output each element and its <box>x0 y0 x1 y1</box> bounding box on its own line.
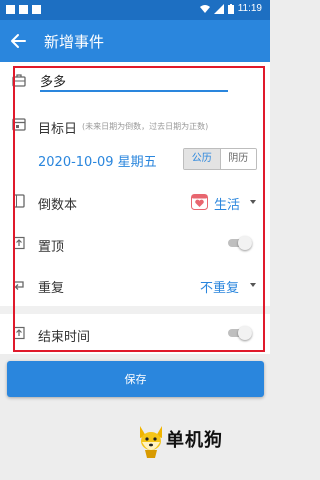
book-label: 倒数本 <box>38 198 78 213</box>
clock: 11:19 <box>237 3 262 14</box>
app-bar: 新增事件 <box>0 20 270 62</box>
dropdown-caret-icon[interactable] <box>250 283 256 287</box>
watermark-text: 单机狗 <box>166 430 223 451</box>
dropdown-caret-icon[interactable] <box>250 200 256 204</box>
section-divider <box>0 306 270 314</box>
notification-icon <box>32 5 41 14</box>
target-date-label: 目标日 <box>38 122 78 137</box>
book-icon <box>13 194 25 208</box>
pin-top-label: 置顶 <box>38 240 65 255</box>
watermark-dog-logo <box>140 426 162 458</box>
page-title: 新增事件 <box>44 33 105 51</box>
target-date-hint: (未来日期为倒数，过去日期为正数) <box>82 122 209 131</box>
pin-top-icon <box>13 236 25 250</box>
end-time-switch[interactable] <box>228 326 252 340</box>
signal-icon <box>213 3 224 14</box>
notification-icon <box>19 5 28 14</box>
status-bar: 11:19 <box>0 0 270 20</box>
briefcase-icon <box>12 74 26 87</box>
calendar-type-toggle: 公历 阴历 <box>183 148 257 170</box>
heart-calendar-icon <box>191 194 208 210</box>
back-arrow-icon[interactable] <box>8 30 30 52</box>
repeat-label: 重复 <box>38 281 65 296</box>
save-button[interactable]: 保存 <box>7 361 264 397</box>
end-time-label: 结束时间 <box>38 330 91 345</box>
calendar-option-lunar[interactable]: 阴历 <box>219 149 256 169</box>
calendar-icon <box>12 118 26 131</box>
battery-icon <box>227 3 234 14</box>
wifi-icon <box>199 4 210 13</box>
repeat-icon <box>14 281 24 290</box>
target-date-value[interactable]: 2020-10-09 星期五 <box>38 151 157 170</box>
notification-icon <box>6 5 15 14</box>
event-name-input[interactable] <box>40 70 228 92</box>
end-time-icon <box>13 326 25 340</box>
book-value[interactable]: 生活 <box>214 194 240 213</box>
repeat-value[interactable]: 不重复 <box>200 277 239 296</box>
pin-top-switch[interactable] <box>228 236 252 250</box>
calendar-option-solar[interactable]: 公历 <box>184 149 220 169</box>
